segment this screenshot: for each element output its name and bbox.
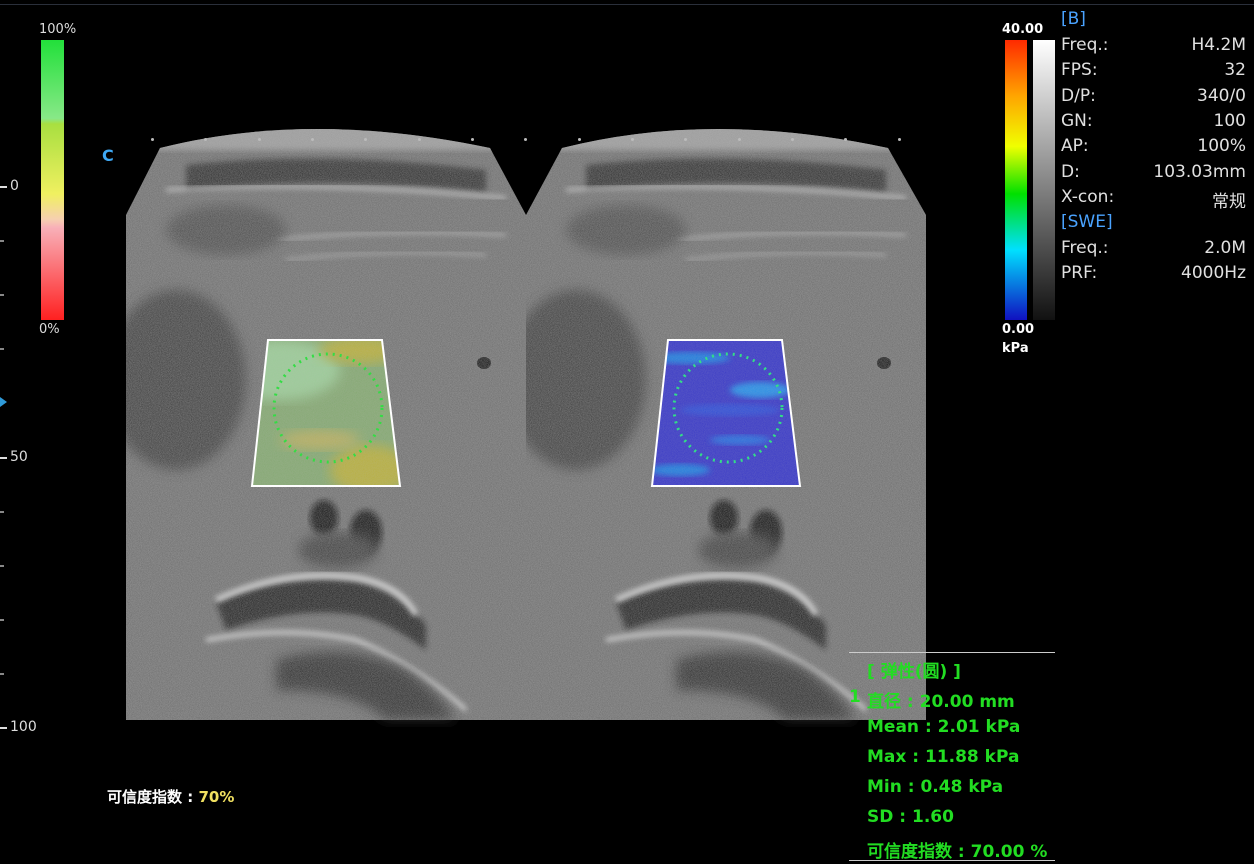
measurement-bottom-rule: [849, 860, 1055, 861]
depth-tick: [0, 457, 7, 459]
scale-dot: [684, 138, 687, 141]
measurement-title: [ 弹性(圆) ]: [867, 662, 961, 682]
depth-tick: [0, 727, 7, 729]
param-value: 340/0: [1197, 86, 1246, 106]
swe-header: [SWE]: [1061, 212, 1113, 232]
param-value: 103.03mm: [1153, 162, 1246, 182]
depth-label-50: 50: [10, 449, 28, 465]
confidence-index-label: 可信度指数 :: [107, 788, 194, 806]
param-label: D:: [1061, 162, 1080, 182]
scale-dot: [791, 138, 794, 141]
confidence-scale-bottom: 0%: [39, 322, 60, 337]
param-value: 2.0M: [1204, 238, 1246, 258]
orientation-mark: C: [102, 146, 114, 165]
depth-minor-tick: [0, 673, 4, 675]
param-value: 100: [1213, 111, 1246, 131]
param-value: 100%: [1197, 136, 1246, 156]
scale-dot: [258, 138, 261, 141]
scale-dot: [204, 138, 207, 141]
param-value: 4000Hz: [1181, 263, 1246, 283]
measurement-max: Max : 11.88 kPa: [867, 747, 1020, 767]
focus-marker-icon[interactable]: [0, 397, 7, 407]
scale-dot: [844, 138, 847, 141]
scale-dot: [898, 138, 901, 141]
confidence-index-value: 70%: [198, 788, 235, 806]
confidence-index: 可信度指数 : 70%: [107, 786, 234, 807]
measurement-min: Min : 0.48 kPa: [867, 777, 1004, 797]
scale-dot: [631, 138, 634, 141]
elasticity-roi[interactable]: [650, 338, 802, 488]
measurement-diameter: 直径 : 20.00 mm: [867, 692, 1015, 712]
param-value: H4.2M: [1191, 35, 1247, 55]
elasticity-scale-max: 40.00: [1002, 22, 1044, 37]
depth-label-0: 0: [10, 178, 19, 194]
scale-dot: [151, 138, 154, 141]
grayscale-bar: [1033, 40, 1055, 320]
depth-minor-tick: [0, 511, 4, 513]
scale-dot: [418, 138, 421, 141]
elasticity-scale-min: 0.00: [1002, 322, 1035, 337]
elasticity-colorbar: [1005, 40, 1027, 320]
measurement-index: 1: [849, 687, 861, 707]
depth-minor-tick: [0, 565, 4, 567]
measurement-sd: SD : 1.60: [867, 807, 954, 827]
depth-label-100: 100: [10, 719, 37, 735]
scale-dot: [578, 138, 581, 141]
param-label: AP:: [1061, 136, 1089, 156]
scale-dot: [738, 138, 741, 141]
depth-minor-tick: [0, 348, 4, 350]
confidence-scale-top: 100%: [39, 22, 77, 37]
depth-minor-tick: [0, 240, 4, 242]
measurement-mean: Mean : 2.01 kPa: [867, 717, 1021, 737]
b-mode-header: [B]: [1061, 9, 1086, 29]
confidence-colorbar: [41, 40, 64, 320]
scale-dot: [471, 138, 474, 141]
top-border: [0, 4, 1254, 5]
depth-minor-tick: [0, 294, 4, 296]
param-value: 常规: [1212, 192, 1246, 212]
depth-tick: [0, 186, 7, 188]
elasticity-scale-unit: kPa: [1002, 341, 1029, 356]
scale-dot: [524, 138, 527, 141]
param-value: 32: [1224, 60, 1246, 80]
depth-minor-tick: [0, 619, 4, 621]
measurement-top-rule: [849, 652, 1055, 653]
scale-dot: [311, 138, 314, 141]
measurement-confidence: 可信度指数 : 70.00 %: [867, 842, 1048, 862]
scale-dot: [364, 138, 367, 141]
